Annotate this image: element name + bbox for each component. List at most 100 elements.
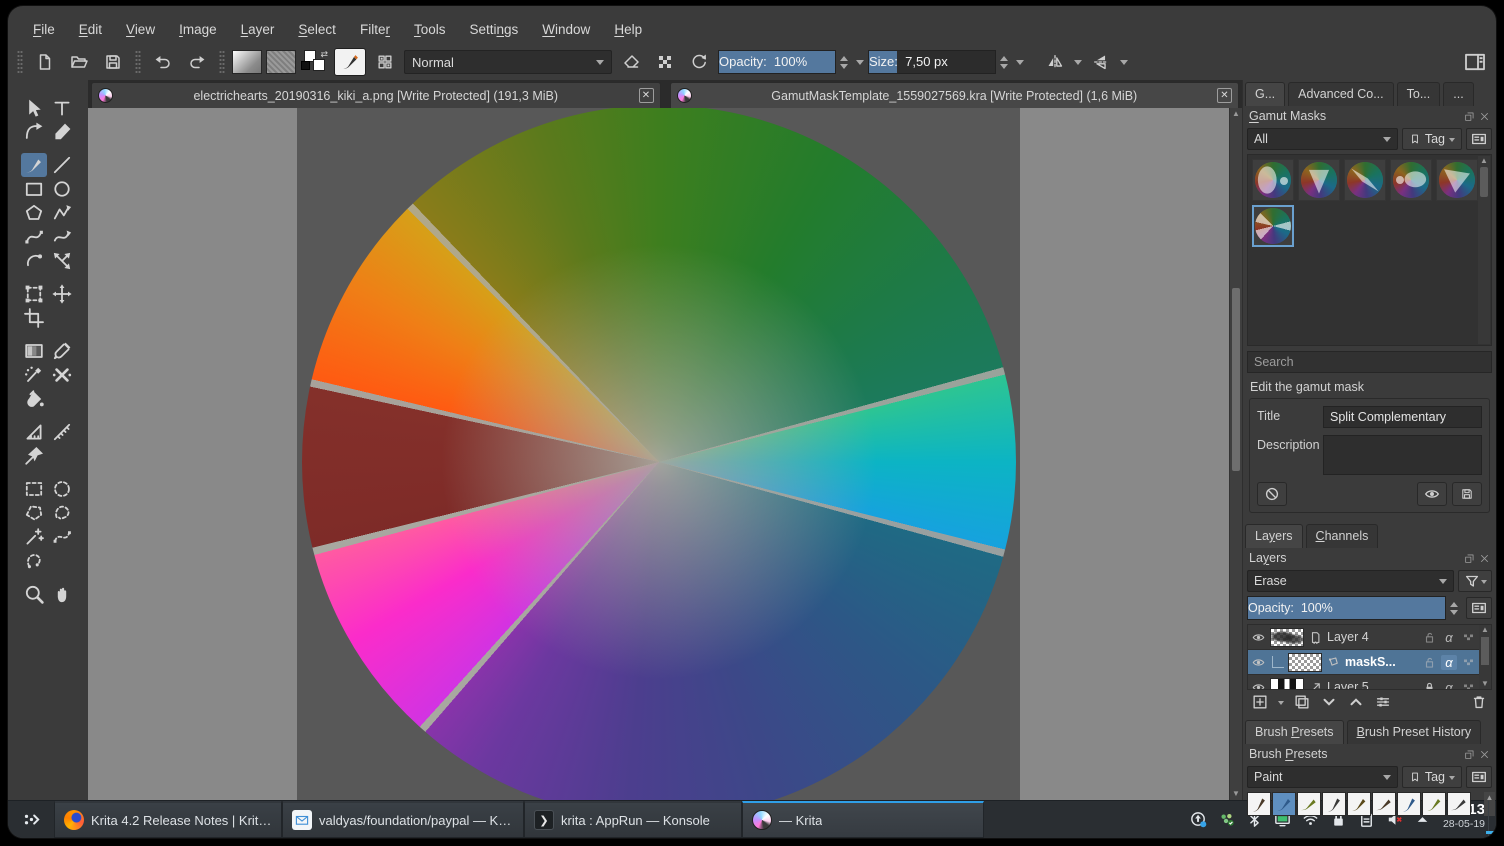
tool-picker[interactable]: [49, 339, 75, 363]
menu-view[interactable]: View: [115, 18, 166, 41]
new-document-button[interactable]: [30, 48, 60, 76]
menu-select[interactable]: Select: [287, 18, 347, 41]
layer-list-scrollbar[interactable]: ▲ ▼: [1479, 625, 1491, 689]
menu-filter[interactable]: Filter: [349, 18, 401, 41]
layer-opacity-slider[interactable]: Opacity: 100%: [1247, 596, 1446, 620]
display-settings-button[interactable]: [1466, 128, 1492, 150]
docker-tab-advanced-co-[interactable]: Advanced Co...: [1288, 82, 1394, 106]
taskbar-task-2[interactable]: valdyas/foundation/paypal — KM...: [282, 801, 524, 838]
gamut-mask-color-wheel[interactable]: [302, 108, 1016, 800]
layer-visibility-toggle[interactable]: [1251, 630, 1266, 645]
tool-zoom[interactable]: [21, 582, 47, 606]
close-tab-button[interactable]: ✕: [1217, 88, 1232, 103]
toolbar-grip[interactable]: [135, 50, 141, 74]
eraser-mode-button[interactable]: [616, 48, 646, 76]
tool-sel-free[interactable]: [49, 501, 75, 525]
layer-alpha-toggle[interactable]: α: [1441, 630, 1457, 645]
save-button[interactable]: [98, 48, 128, 76]
tool-pan[interactable]: [49, 582, 75, 606]
tool-freehand-brush[interactable]: [21, 153, 47, 177]
mask-title-input[interactable]: Split Complementary: [1323, 406, 1482, 428]
brush-preset-2[interactable]: [1272, 792, 1296, 816]
delete-layer-button[interactable]: [1470, 693, 1488, 711]
tool-pattern[interactable]: [49, 363, 75, 387]
brush-preset-7[interactable]: [1397, 792, 1421, 816]
tool-sel-rect[interactable]: [21, 477, 47, 501]
layer-visibility-toggle[interactable]: [1251, 655, 1266, 670]
redo-button[interactable]: [182, 48, 212, 76]
docker-tab-g-[interactable]: G...: [1245, 82, 1286, 106]
layer-properties-button[interactable]: [1466, 597, 1492, 619]
tool-multibrush[interactable]: [49, 249, 75, 273]
add-layer-button[interactable]: [1251, 693, 1269, 711]
tool-pin[interactable]: [21, 444, 47, 468]
brush-size-slider[interactable]: Size: 7,50 px: [868, 50, 996, 74]
menu-window[interactable]: Window: [531, 18, 601, 41]
close-docker-icon[interactable]: [1479, 553, 1490, 564]
tool-move[interactable]: [49, 282, 75, 306]
mirror-horizontal-caret[interactable]: [1074, 60, 1082, 69]
cancel-mask-edit-button[interactable]: [1257, 482, 1287, 506]
taskbar-task-3[interactable]: ❯ krita : AppRun — Konsole: [524, 801, 742, 838]
blending-mode-combo[interactable]: Normal: [404, 50, 612, 74]
menu-settings[interactable]: Settings: [458, 18, 529, 41]
float-docker-icon[interactable]: [1464, 749, 1475, 760]
tool-bezier[interactable]: [21, 225, 47, 249]
mask-description-input[interactable]: [1323, 435, 1482, 475]
menu-file[interactable]: File: [22, 18, 66, 41]
close-docker-icon[interactable]: [1479, 111, 1490, 122]
docker-tab--[interactable]: ...: [1443, 82, 1474, 106]
brush-preset-4[interactable]: [1322, 792, 1346, 816]
tool-sel-similar[interactable]: [21, 525, 47, 549]
mask-search-input[interactable]: [1247, 351, 1492, 373]
mask-filter-combo[interactable]: All: [1247, 128, 1398, 150]
show-desktop-button[interactable]: [1486, 801, 1496, 838]
tool-calligraphy[interactable]: [49, 120, 75, 144]
scroll-up-icon[interactable]: ▲: [1230, 109, 1242, 119]
undo-button[interactable]: [148, 48, 178, 76]
layer-row-layer-5[interactable]: Layer 5 α: [1248, 675, 1479, 689]
brush-preset-3[interactable]: [1297, 792, 1321, 816]
app-launcher-button[interactable]: [8, 801, 54, 838]
tool-assistants[interactable]: [21, 420, 47, 444]
taskbar-task-1[interactable]: Krita 4.2 Release Notes | Krita - ...: [54, 801, 282, 838]
tool-gradient[interactable]: [21, 339, 47, 363]
document-canvas[interactable]: [297, 108, 1020, 800]
choose-brush-preset-button[interactable]: [370, 48, 400, 76]
tool-freehand-path[interactable]: [49, 225, 75, 249]
layers-tab-layers[interactable]: Layers: [1245, 524, 1303, 548]
tool-text[interactable]: [49, 96, 75, 120]
tool-polygon[interactable]: [21, 201, 47, 225]
document-tab-1[interactable]: electrichearts_20190316_kiki_a.png [Writ…: [91, 82, 661, 108]
move-layer-up-button[interactable]: [1347, 693, 1365, 711]
mask-dot-ellipse[interactable]: [1390, 159, 1432, 201]
menu-layer[interactable]: Layer: [230, 18, 286, 41]
inherit-alpha-toggle[interactable]: [1461, 655, 1476, 670]
tool-node-edit[interactable]: [21, 120, 47, 144]
opacity-options-caret[interactable]: [856, 60, 864, 69]
brush-preset-8[interactable]: [1422, 792, 1446, 816]
tool-transform[interactable]: [21, 282, 47, 306]
float-docker-icon[interactable]: [1464, 553, 1475, 564]
brush-preset-1[interactable]: [1247, 792, 1271, 816]
tray-updates-icon[interactable]: [1189, 810, 1208, 829]
tool-sel-magnetic[interactable]: [21, 549, 47, 573]
preserve-alpha-button[interactable]: [650, 48, 680, 76]
layer-filter-button[interactable]: [1458, 570, 1492, 592]
canvas-vscrollbar[interactable]: ▲ ▼: [1229, 108, 1242, 800]
tool-smart-patch[interactable]: [21, 363, 47, 387]
tool-pointer[interactable]: [21, 96, 47, 120]
document-tab-2[interactable]: GamutMaskTemplate_1559027569.kra [Write …: [669, 82, 1239, 108]
duplicate-layer-button[interactable]: [1293, 693, 1311, 711]
canvas-view[interactable]: ▲ ▼: [88, 108, 1242, 800]
preview-mask-button[interactable]: [1417, 482, 1447, 506]
scroll-down-icon[interactable]: ▼: [1230, 789, 1242, 799]
layer-lock-toggle[interactable]: [1422, 680, 1437, 689]
brush-tag-button[interactable]: Tag: [1401, 766, 1462, 788]
pattern-swatch-button[interactable]: [266, 50, 296, 74]
close-docker-icon[interactable]: [1479, 749, 1490, 760]
brush-filter-combo[interactable]: Paint: [1247, 766, 1398, 788]
layer-lock-toggle[interactable]: [1422, 655, 1437, 670]
layer-lock-toggle[interactable]: [1422, 630, 1437, 645]
layer-visibility-toggle[interactable]: [1251, 680, 1266, 689]
